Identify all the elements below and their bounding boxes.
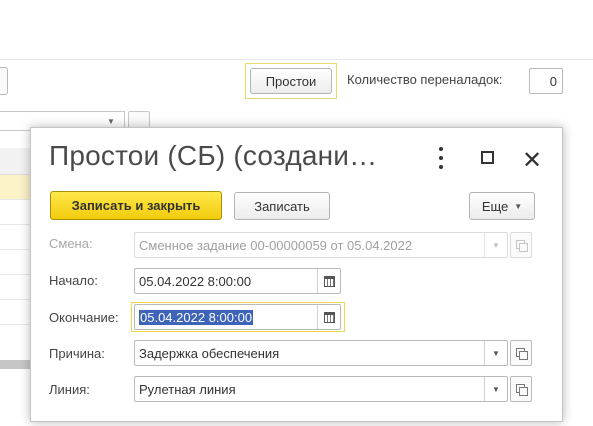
shift-label: Смена: [49, 236, 93, 251]
line-value: Рулетная линия [139, 382, 236, 397]
end-label: Окончание: [49, 310, 119, 325]
end-datetime-input[interactable]: 05.04.2022 8:00:00 [134, 304, 341, 330]
calendar-button[interactable] [317, 305, 340, 329]
changeover-count-input[interactable]: 0 [529, 68, 563, 94]
chevron-down-icon: ▼ [514, 201, 523, 211]
close-icon[interactable]: ✕ [522, 146, 542, 175]
reason-value: Задержка обеспечения [139, 346, 280, 361]
start-value: 05.04.2022 8:00:00 [139, 274, 252, 289]
maximize-icon[interactable] [481, 151, 494, 164]
line-select[interactable]: Рулетная линия [134, 376, 508, 402]
end-value: 05.04.2022 8:00:00 [139, 310, 254, 325]
open-copy-icon[interactable] [510, 340, 532, 366]
chevron-down-icon[interactable]: ▼ [107, 117, 115, 126]
dropdown-arrow-icon[interactable]: ▼ [484, 377, 507, 401]
changeover-count-label: Количество переналадок: [347, 72, 503, 87]
more-vert-icon[interactable] [436, 147, 446, 169]
open-copy-icon [510, 232, 532, 258]
dialog-title: Простои (СБ) (создани… [49, 140, 378, 171]
reason-label: Причина: [49, 346, 105, 361]
save-button[interactable]: Записать [234, 192, 330, 220]
start-label: Начало: [49, 273, 98, 288]
open-copy-icon[interactable] [510, 376, 532, 402]
save-and-close-button[interactable]: Записать и закрыть [50, 191, 222, 220]
start-datetime-input[interactable]: 05.04.2022 8:00:00 [134, 268, 341, 294]
calendar-icon [323, 311, 335, 323]
background-edge-button[interactable] [0, 67, 8, 95]
more-actions-button[interactable]: Еще ▼ [469, 192, 535, 220]
more-actions-label: Еще [481, 198, 509, 214]
shift-value: Сменное задание 00-00000059 от 05.04.202… [139, 238, 413, 253]
calendar-button[interactable] [317, 269, 340, 293]
shift-field: Сменное задание 00-00000059 от 05.04.202… [134, 232, 508, 258]
calendar-icon [323, 275, 335, 287]
background-separator [0, 59, 593, 60]
dropdown-arrow-icon[interactable]: ▼ [484, 341, 507, 365]
line-label: Линия: [49, 382, 90, 397]
downtime-button[interactable]: Простои [250, 68, 332, 94]
dropdown-arrow-icon: ▼ [484, 233, 507, 257]
reason-select[interactable]: Задержка обеспечения [134, 340, 508, 366]
